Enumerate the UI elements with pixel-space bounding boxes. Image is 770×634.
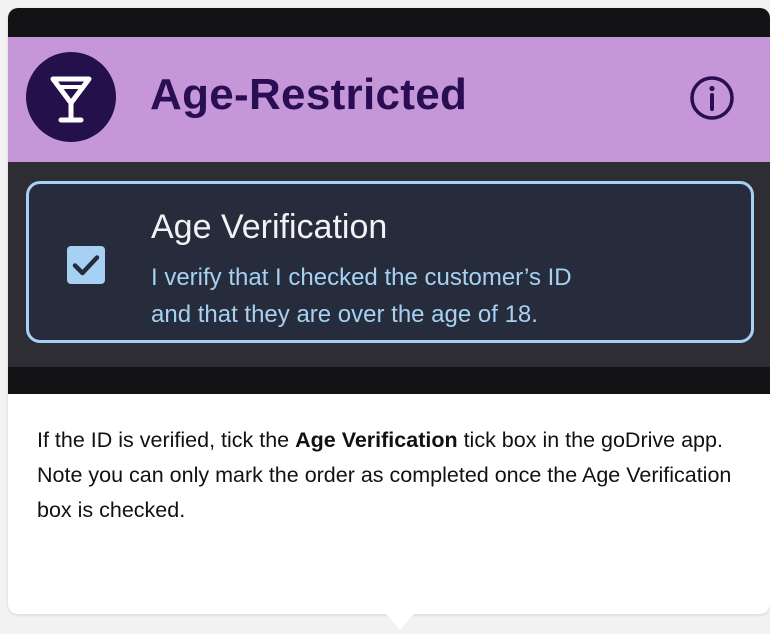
description-line-2: and that they are over the age of 18. xyxy=(151,301,538,328)
age-restricted-header: Age-Restricted xyxy=(8,37,770,162)
checkmark-icon xyxy=(72,255,100,276)
age-verification-checkbox[interactable] xyxy=(67,246,105,284)
age-verification-title: Age Verification xyxy=(151,208,388,246)
description-line-1: I verify that I checked the customer’s I… xyxy=(151,264,572,291)
cocktail-glass-icon xyxy=(26,52,116,142)
age-verification-card[interactable]: Age Verification I verify that I checked… xyxy=(26,181,754,343)
app-screenshot: Age-Restricted Age Verification I verify… xyxy=(8,8,770,394)
info-icon[interactable] xyxy=(688,74,736,122)
instruction-bold-term: Age Verification xyxy=(295,428,458,452)
instruction-text-part: tick box in the goDrive app. xyxy=(457,428,723,452)
verification-section: Age Verification I verify that I checked… xyxy=(8,162,770,367)
instruction-text: If the ID is verified, tick the Age Veri… xyxy=(37,423,757,528)
instruction-text-part: If the ID is verified, tick the xyxy=(37,428,296,452)
instruction-paragraph-2: Note you can only mark the order as comp… xyxy=(37,463,732,522)
card-pointer xyxy=(386,614,414,630)
help-card: Age-Restricted Age Verification I verify… xyxy=(8,8,770,614)
age-restricted-title: Age-Restricted xyxy=(150,70,468,119)
instruction-paragraph-1: If the ID is verified, tick the Age Veri… xyxy=(37,423,757,458)
age-verification-description: I verify that I checked the customer’s I… xyxy=(151,259,731,333)
